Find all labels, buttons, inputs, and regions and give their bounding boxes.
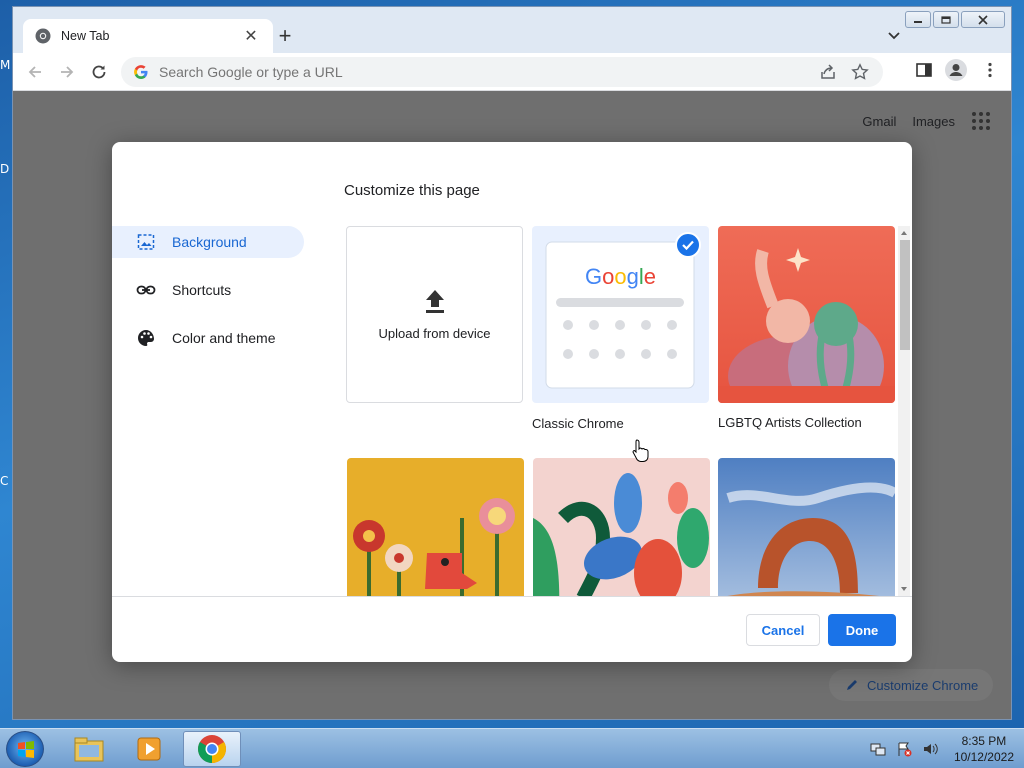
taskbar-chrome[interactable] bbox=[183, 731, 241, 767]
customize-chrome-button[interactable]: Customize Chrome bbox=[829, 669, 993, 701]
more-menu-icon[interactable] bbox=[981, 61, 999, 79]
reload-icon[interactable] bbox=[89, 62, 109, 82]
window-controls bbox=[905, 11, 1005, 28]
menu-item-label: Shortcuts bbox=[172, 282, 232, 298]
close-tab-icon[interactable]: ✕ bbox=[241, 26, 261, 46]
classic-chrome-label: Classic Chrome bbox=[532, 416, 624, 431]
lgbtq-artists-tile[interactable] bbox=[718, 226, 895, 403]
folder-icon bbox=[74, 737, 104, 762]
desktop-icon-label: M bbox=[0, 58, 11, 72]
action-center-flag-icon[interactable] bbox=[896, 741, 912, 757]
done-button[interactable]: Done bbox=[828, 614, 896, 646]
minimize-button[interactable] bbox=[905, 11, 931, 28]
images-link[interactable]: Images bbox=[912, 114, 955, 129]
new-tab-button[interactable]: + bbox=[273, 25, 297, 49]
tab-new-tab[interactable]: New Tab ✕ bbox=[23, 19, 273, 53]
desktop-icon-label: C bbox=[0, 474, 9, 488]
top-links: Gmail Images bbox=[862, 111, 991, 131]
system-tray: 8:35 PM 10/12/2022 bbox=[870, 733, 1014, 765]
close-window-button[interactable] bbox=[961, 11, 1005, 28]
lgbtq-artwork-image bbox=[718, 226, 895, 403]
profile-avatar-icon[interactable] bbox=[945, 59, 967, 81]
customize-dialog: Customize this page Background Shortcuts… bbox=[112, 142, 912, 662]
media-player-icon bbox=[137, 737, 161, 761]
link-icon bbox=[136, 285, 156, 295]
omnibox-input[interactable] bbox=[159, 64, 759, 80]
desktop-icon-label: D bbox=[0, 162, 10, 176]
grid-scrollbar[interactable] bbox=[898, 226, 910, 596]
forward-icon[interactable] bbox=[57, 62, 77, 82]
lgbtq-label: LGBTQ Artists Collection bbox=[718, 415, 862, 430]
taskbar-explorer[interactable] bbox=[60, 731, 118, 767]
scroll-down-icon[interactable] bbox=[898, 584, 910, 594]
clock-time: 8:35 PM bbox=[961, 734, 1007, 748]
google-g-icon bbox=[134, 65, 148, 79]
menu-item-color-theme[interactable]: Color and theme bbox=[112, 322, 304, 354]
side-panel-icon[interactable] bbox=[915, 61, 933, 79]
upload-icon bbox=[425, 290, 444, 313]
bookmark-star-icon[interactable] bbox=[851, 63, 869, 81]
menu-item-shortcuts[interactable]: Shortcuts bbox=[112, 274, 304, 306]
rock-arch-photo-image bbox=[718, 458, 895, 596]
taskbar-media-player[interactable] bbox=[120, 731, 178, 767]
dialog-title: Customize this page bbox=[344, 182, 480, 199]
customize-chrome-label: Customize Chrome bbox=[867, 677, 979, 693]
customize-menu: Background Shortcuts Color and theme bbox=[112, 226, 304, 370]
dialog-divider bbox=[112, 596, 912, 597]
clock[interactable]: 8:35 PM 10/12/2022 bbox=[954, 733, 1014, 765]
taskbar: 8:35 PM 10/12/2022 bbox=[0, 728, 1024, 768]
hand-cursor-icon bbox=[632, 439, 649, 462]
selected-check-icon bbox=[675, 232, 701, 258]
leaves-artwork-image bbox=[533, 458, 710, 596]
background-tile-leaves[interactable] bbox=[533, 458, 710, 596]
scroll-thumb[interactable] bbox=[900, 240, 910, 350]
apps-grid-icon[interactable] bbox=[971, 111, 991, 131]
google-logo: Google bbox=[584, 264, 656, 289]
restore-button[interactable] bbox=[933, 11, 959, 28]
share-icon[interactable] bbox=[819, 63, 837, 81]
address-bar[interactable] bbox=[121, 57, 883, 87]
background-tile-flowers[interactable] bbox=[347, 458, 524, 596]
upload-label: Upload from device bbox=[378, 326, 491, 341]
menu-item-label: Color and theme bbox=[172, 330, 276, 346]
cancel-button[interactable]: Cancel bbox=[746, 614, 820, 646]
menu-item-background[interactable]: Background bbox=[112, 226, 304, 258]
pencil-icon bbox=[847, 680, 857, 690]
image-icon bbox=[137, 234, 155, 250]
flowers-artwork-image bbox=[347, 458, 524, 596]
back-icon[interactable] bbox=[25, 62, 45, 82]
browser-toolbar bbox=[13, 53, 1011, 91]
start-button[interactable] bbox=[6, 731, 44, 767]
classic-chrome-tile[interactable]: Google bbox=[532, 226, 709, 403]
background-tile-arch[interactable] bbox=[718, 458, 895, 596]
chrome-icon bbox=[35, 28, 51, 44]
gmail-link[interactable]: Gmail bbox=[862, 114, 896, 129]
windows-logo-icon bbox=[18, 741, 34, 758]
network-icon[interactable] bbox=[870, 741, 886, 757]
chevron-down-icon[interactable] bbox=[885, 27, 903, 45]
menu-item-label: Background bbox=[172, 234, 247, 250]
palette-icon bbox=[138, 330, 154, 346]
scroll-up-icon[interactable] bbox=[898, 228, 910, 238]
background-grid: Upload from device Google Classic Chrome… bbox=[346, 226, 906, 596]
clock-date: 10/12/2022 bbox=[953, 750, 1014, 764]
upload-from-device-tile[interactable]: Upload from device bbox=[346, 226, 523, 403]
volume-icon[interactable] bbox=[922, 741, 938, 757]
tab-strip: New Tab ✕ + bbox=[13, 7, 1011, 53]
tab-title: New Tab bbox=[61, 29, 110, 43]
chrome-icon bbox=[198, 735, 226, 763]
